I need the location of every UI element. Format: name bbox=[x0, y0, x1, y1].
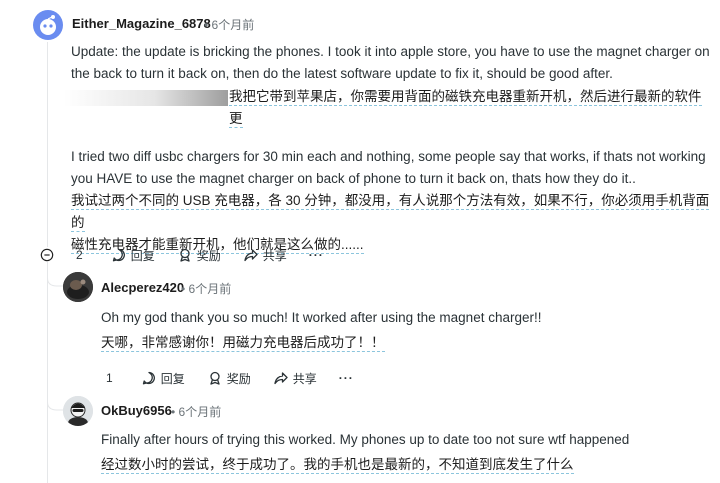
award-button[interactable]: 奖励 bbox=[177, 247, 221, 264]
username[interactable]: OkBuy6956 bbox=[101, 403, 172, 418]
vote-count: 2 bbox=[76, 248, 83, 262]
vote-group: 1 bbox=[100, 371, 119, 385]
action-bar: 1 回复 奖励 共享 ··· bbox=[100, 366, 376, 390]
share-button[interactable]: 共享 bbox=[273, 370, 317, 387]
translation-text: 经过数小时的尝试，终于成功了。我的手机也是最新的，不知道到底发生了什么 bbox=[101, 454, 711, 476]
collapse-icon bbox=[40, 248, 54, 262]
thread-line-main bbox=[47, 42, 48, 247]
share-button[interactable]: 共享 bbox=[243, 247, 287, 264]
more-options-icon: ··· bbox=[338, 371, 354, 385]
award-button[interactable]: 奖励 bbox=[207, 370, 251, 387]
reply-button[interactable]: 回复 bbox=[141, 370, 185, 387]
reply-button[interactable]: 回复 bbox=[111, 247, 155, 264]
comment-text: Finally after hours of trying this worke… bbox=[101, 432, 630, 447]
comment-meta: • 6个月前 bbox=[171, 403, 221, 420]
username[interactable]: Either_Magazine_6878 bbox=[72, 16, 211, 31]
separator: • bbox=[171, 405, 176, 419]
vote-group: 2 bbox=[70, 248, 89, 262]
reply-icon bbox=[142, 371, 155, 385]
award-label: 奖励 bbox=[196, 248, 221, 263]
timestamp[interactable]: 6个月前 bbox=[179, 405, 222, 419]
separator: • bbox=[204, 18, 209, 32]
timestamp[interactable]: 6个月前 bbox=[212, 18, 255, 32]
reply-label: 回复 bbox=[160, 371, 185, 386]
more-options-icon: ··· bbox=[308, 248, 324, 262]
reply-icon bbox=[112, 248, 125, 262]
avatar[interactable] bbox=[33, 10, 63, 40]
comment-meta: • 6个月前 bbox=[181, 280, 231, 297]
reply-label: 回复 bbox=[130, 248, 155, 263]
timestamp[interactable]: 6个月前 bbox=[189, 282, 232, 296]
translation-text: 我把它带到苹果店，你需要用背面的磁铁充电器重新开机，然后进行最新的软件更 bbox=[229, 86, 709, 130]
translation-line: 我试过两个不同的 USB 充电器，各 30 分钟，都没用，有人说那个方法有效，如… bbox=[71, 193, 710, 232]
avatar[interactable] bbox=[63, 396, 93, 426]
share-label: 共享 bbox=[292, 371, 317, 386]
translation-line: 我把它带到苹果店，你需要用背面的磁铁充电器重新开机，然后进行最新的软件更 bbox=[229, 89, 702, 128]
comment-text: Oh my god thank you so much! It worked a… bbox=[101, 310, 542, 325]
share-icon bbox=[274, 372, 288, 385]
translation-line: 经过数小时的尝试，终于成功了。我的手机也是最新的，不知道到底发生了什么 bbox=[101, 457, 574, 474]
translation-text: 天哪，非常感谢你！用磁力充电器后成功了！！ bbox=[101, 332, 711, 354]
blurred-text bbox=[64, 90, 228, 106]
award-icon bbox=[180, 248, 190, 262]
vote-count: 1 bbox=[106, 371, 113, 385]
action-bar: 2 回复 奖励 共享 ··· bbox=[70, 243, 346, 267]
separator: • bbox=[181, 282, 186, 296]
more-options-button[interactable]: ··· bbox=[339, 371, 354, 385]
share-icon bbox=[244, 249, 258, 262]
award-label: 奖励 bbox=[226, 371, 251, 386]
translation-line: 天哪，非常感谢你！用磁力充电器后成功了！！ bbox=[101, 335, 385, 352]
share-label: 共享 bbox=[262, 248, 287, 263]
thread-line-replies bbox=[47, 262, 48, 483]
avatar[interactable] bbox=[63, 272, 93, 302]
comment-text: Update: the update is bricking the phone… bbox=[71, 44, 710, 81]
collapse-button[interactable] bbox=[40, 248, 54, 262]
comment-meta: • 6个月前 bbox=[204, 16, 254, 33]
username[interactable]: Alecperez420 bbox=[101, 280, 184, 295]
comment-text: I tried two diff usbc chargers for 30 mi… bbox=[71, 149, 706, 186]
more-options-button[interactable]: ··· bbox=[309, 248, 324, 262]
award-icon bbox=[210, 371, 220, 385]
